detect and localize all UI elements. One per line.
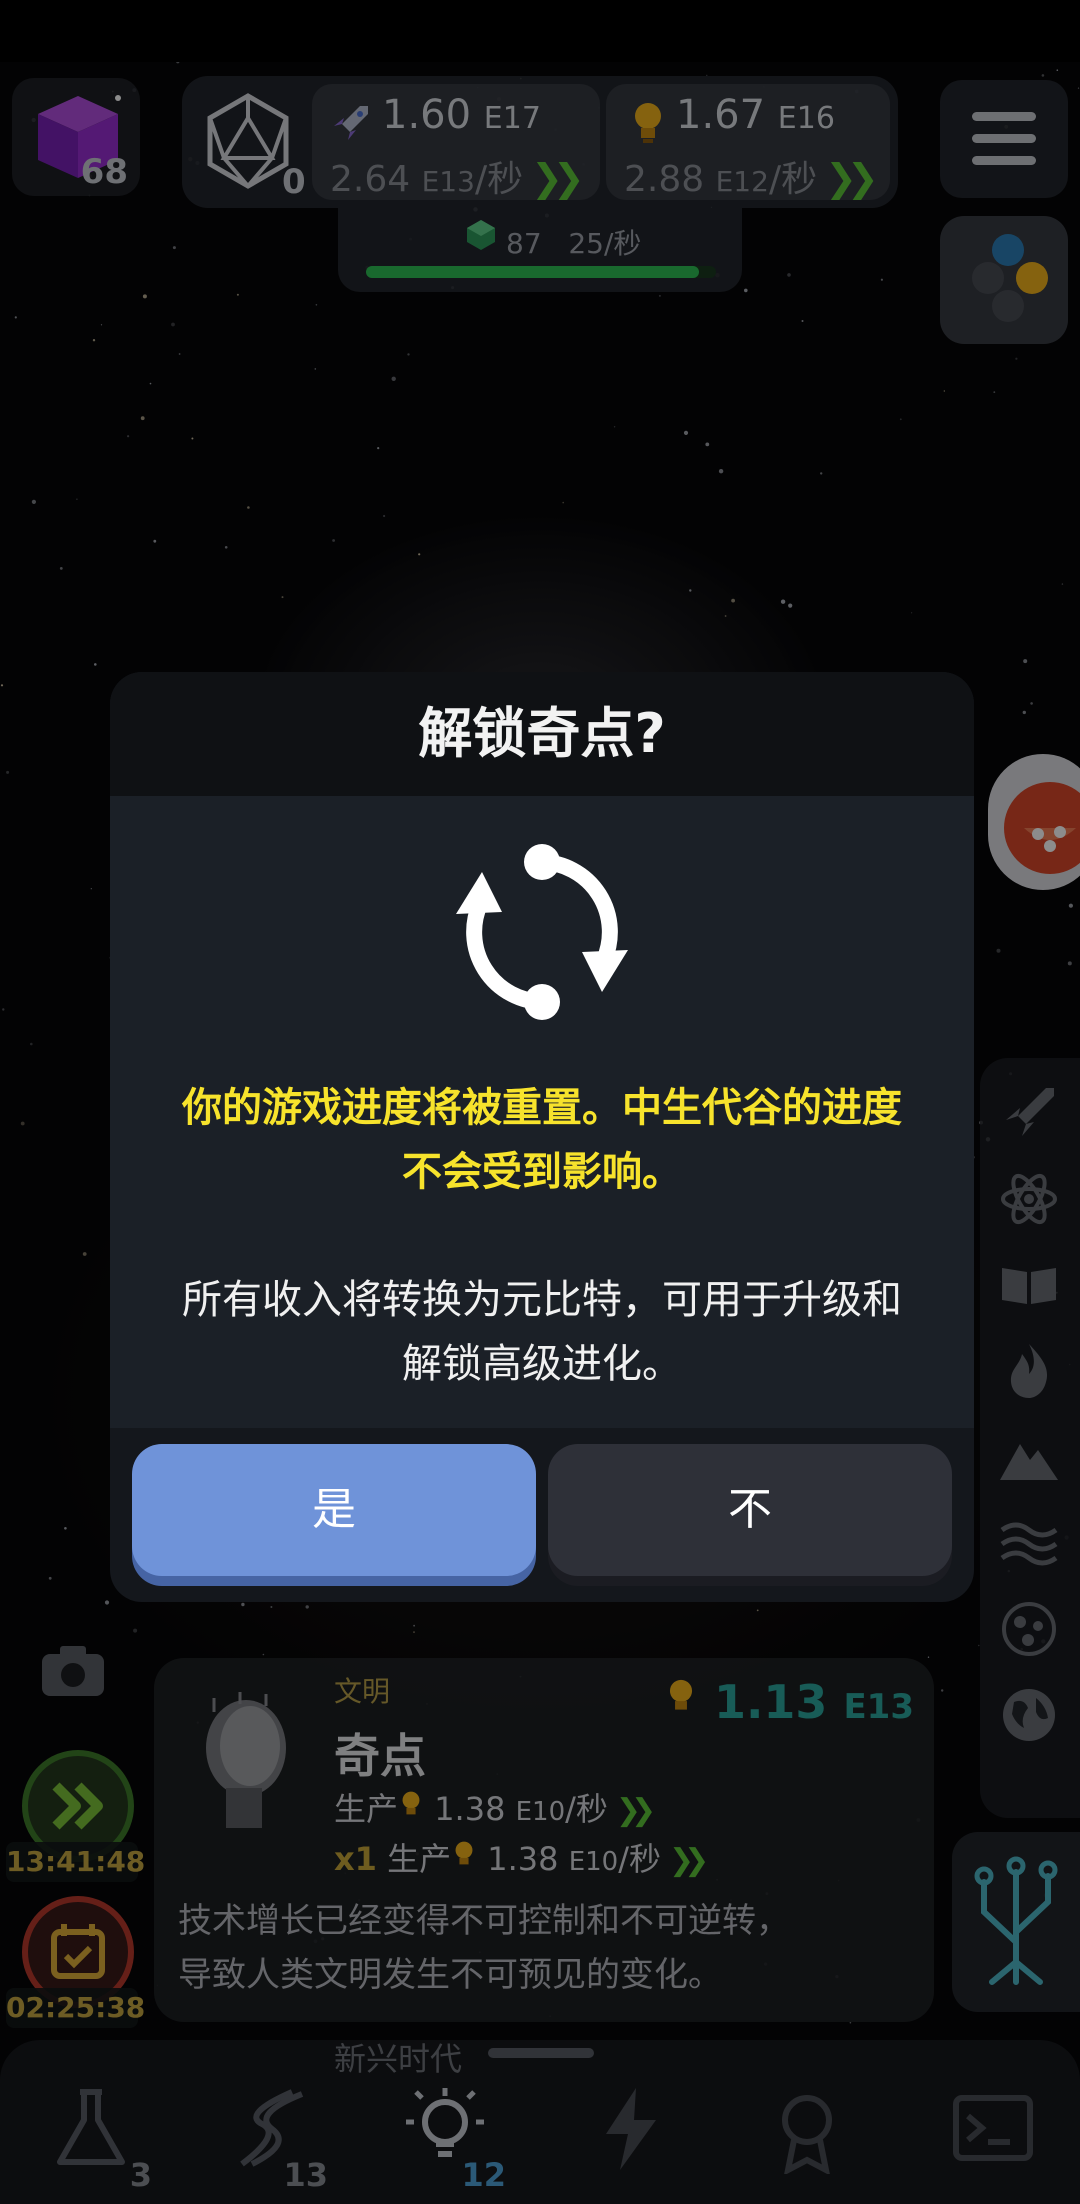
yes-button[interactable]: 是	[132, 1444, 536, 1576]
reset-cycle-icon	[456, 844, 628, 1020]
conversion-info-text: 所有收入将转换为元比特，可用于升级和 解锁高级进化。	[140, 1268, 944, 1396]
dialog-title: 解锁奇点?	[418, 702, 666, 765]
info-line-1: 所有收入将转换为元比特，可用于升级和	[182, 1277, 902, 1323]
dialog-body: 你的游戏进度将被重置。中生代谷的进度 不会受到影响。 所有收入将转换为元比特，可…	[110, 796, 974, 1428]
reset-warning-text: 你的游戏进度将被重置。中生代谷的进度 不会受到影响。	[140, 1076, 944, 1204]
warning-line-2: 不会受到影响。	[402, 1149, 682, 1195]
unlock-singularity-dialog: 解锁奇点? 你的游戏进度将被重置。中生代谷的进度 不会受到影响。 所有收入将转换…	[110, 672, 974, 1602]
info-line-2: 解锁高级进化。	[402, 1341, 682, 1387]
no-button[interactable]: 不	[548, 1444, 952, 1576]
warning-line-1: 你的游戏进度将被重置。中生代谷的进度	[182, 1085, 902, 1131]
